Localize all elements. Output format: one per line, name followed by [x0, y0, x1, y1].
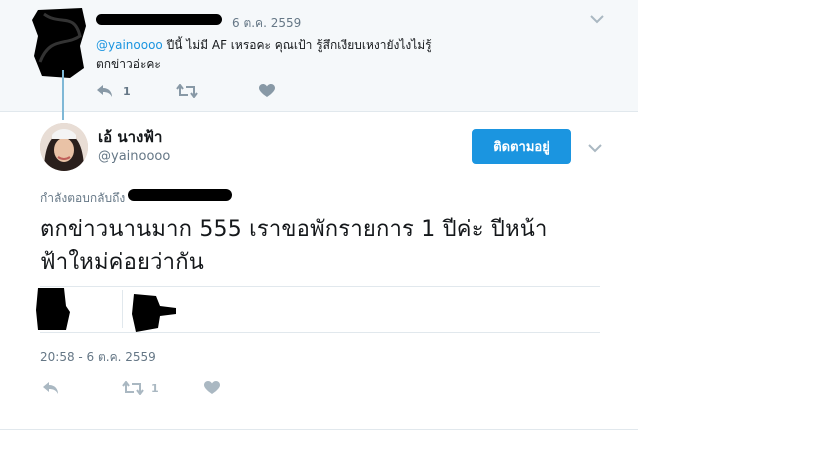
reply-icon[interactable]	[96, 84, 114, 98]
heart-icon[interactable]	[204, 381, 220, 395]
reply-icon[interactable]	[42, 381, 60, 395]
redacted-username	[96, 14, 222, 25]
parent-tweet[interactable]: 6 ต.ค. 2559 @yainoooo ปีนี้ ไม่มี AF เหร…	[0, 0, 638, 112]
tweet-text: ตกข่าวนานมาก 555 เราขอพักรายการ 1 ปีค่ะ …	[40, 217, 548, 275]
divider	[40, 332, 600, 333]
heart-icon[interactable]	[259, 84, 275, 98]
redacted-stat-1	[36, 286, 70, 332]
user-handle[interactable]: @yainoooo	[98, 149, 170, 164]
retweet-icon[interactable]	[176, 84, 198, 98]
chevron-down-icon[interactable]	[588, 141, 602, 157]
reply-count: 1	[123, 85, 131, 98]
mention-link[interactable]: @yainoooo	[96, 38, 163, 52]
following-button[interactable]: ติดตามอยู่	[472, 129, 571, 164]
avatar[interactable]	[40, 123, 88, 171]
replying-to-label: กำลังตอบกลับถึง	[40, 191, 126, 205]
divider	[40, 286, 600, 287]
parent-tweet-text-line1: ปีนี้ ไม่มี AF เหรอคะ คุณเป้า รู้สึกเงีย…	[162, 38, 432, 52]
retweet-count: 1	[151, 382, 159, 395]
chevron-down-icon[interactable]	[590, 12, 604, 28]
redacted-stat-2	[130, 292, 178, 332]
tweet-date: 6 ต.ค. 2559	[232, 16, 302, 30]
bottom-divider	[0, 429, 638, 430]
parent-tweet-text: @yainoooo ปีนี้ ไม่มี AF เหรอคะ คุณเป้า …	[96, 36, 516, 74]
stats-separator	[122, 290, 123, 328]
retweet-icon[interactable]	[122, 381, 144, 395]
parent-tweet-text-line2: ตกข่าวอ่ะคะ	[96, 57, 161, 71]
redacted-reply-target[interactable]	[128, 189, 232, 201]
redacted-avatar	[30, 6, 90, 80]
tweet-timestamp[interactable]: 20:58 - 6 ต.ค. 2559	[40, 348, 156, 367]
display-name[interactable]: เอ้ นางฟ้า	[98, 125, 162, 149]
